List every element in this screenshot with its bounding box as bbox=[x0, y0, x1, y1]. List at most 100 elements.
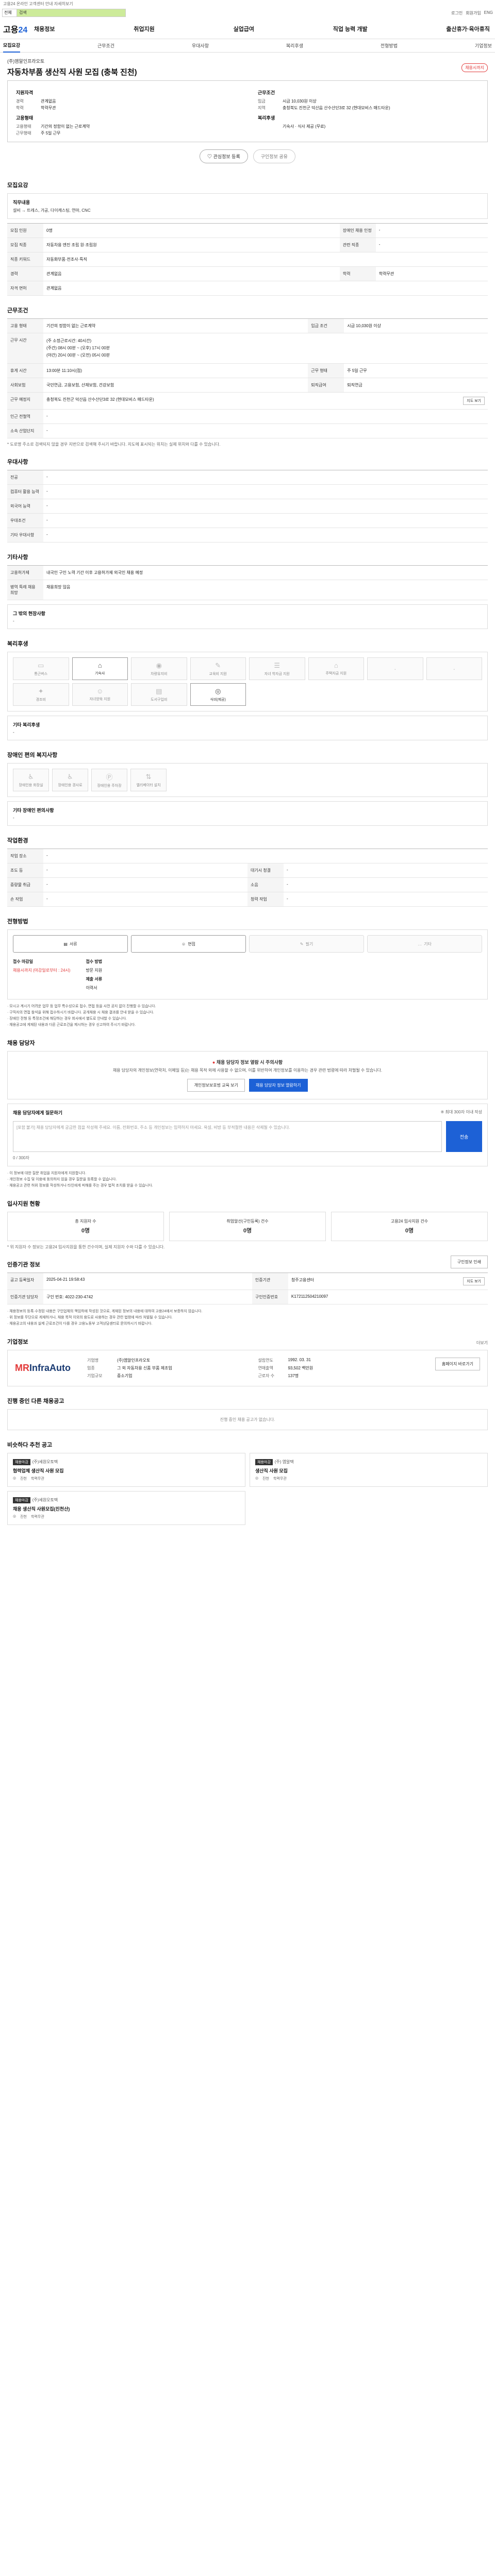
summary-key: 지역 bbox=[258, 106, 266, 110]
job-meta-edu: 학력무관 bbox=[31, 1515, 44, 1519]
gnb-item-leave[interactable]: 출산휴가·육아휴직 bbox=[446, 25, 490, 33]
lang-link[interactable]: ENG bbox=[484, 10, 493, 16]
table-key: 소음 bbox=[248, 877, 284, 892]
welfare-label: 주택자금 지원 bbox=[325, 672, 347, 675]
gnb-item-support[interactable]: 취업지원 bbox=[134, 25, 154, 33]
table-value: - bbox=[43, 499, 488, 514]
question-send-button[interactable]: 전송 bbox=[446, 1121, 482, 1152]
share-button[interactable]: 구인정보 공유 bbox=[253, 149, 295, 163]
homepage-button[interactable]: 홈페이지 바로가기 bbox=[435, 1358, 480, 1370]
tab-conditions[interactable]: 근무조건 bbox=[97, 39, 114, 52]
welfare-item-bus: ▭ 통근버스 bbox=[13, 657, 69, 680]
table-key: 임금 조건 bbox=[308, 318, 344, 333]
apply-card-number: 0명 bbox=[81, 1228, 90, 1234]
welfare-grid: ▭ 통근버스 ⌂ 기숙사 ◉ 차량유지비 ✎ 교육비 지원 ☰ 자녀 학자금 지원 ⌂ 주택… bbox=[13, 657, 482, 706]
view-manager-button[interactable]: 채용 담당자 정보 열람하기 bbox=[249, 1079, 308, 1092]
company-key: 연매출액 bbox=[258, 1366, 273, 1370]
section-title-method: 전형방법 bbox=[7, 919, 28, 925]
company-value: 1992. 03. 31 bbox=[288, 1358, 311, 1362]
company-logo-mr: MR bbox=[15, 1362, 29, 1373]
similar-card[interactable]: 채용마감 (주)세원오토텍 채용 생산직 사원모집(진천산) ◎ 진천 학력무관 bbox=[7, 1491, 245, 1525]
welfare-item-dormitory: ⌂ 기숙사 bbox=[72, 657, 128, 680]
login-link[interactable]: 로그인 bbox=[451, 10, 463, 16]
table-value: - bbox=[43, 513, 488, 528]
table-key: 인증기관 bbox=[252, 1273, 288, 1290]
bullet-line: · 채용공고 관련 허위 정보를 작성하거나 타인에게 피해를 주는 경우 법적… bbox=[7, 1184, 153, 1188]
table-key: 퇴직급여 bbox=[308, 378, 344, 393]
signup-link[interactable]: 회원가입 bbox=[466, 10, 481, 16]
interview-icon: ☺ bbox=[182, 941, 186, 946]
summary-row: 임금 시급 10,030원 이상 bbox=[258, 98, 479, 105]
global-nav: 고용24 채용정보 취업지원 실업급여 직업 능력 개발 출산휴가·육아휴직 bbox=[0, 19, 495, 39]
table-key: 중량물 취급 bbox=[7, 877, 43, 892]
agency-map-button[interactable]: 지도 보기 bbox=[463, 1277, 485, 1285]
welfare-label: 도서구입비 bbox=[151, 698, 168, 702]
disability-label: 엘리베이터 설치 bbox=[136, 783, 161, 787]
tab-method[interactable]: 전형방법 bbox=[381, 39, 398, 52]
company-key: 기업규모 bbox=[87, 1374, 103, 1378]
table-row: 모집 인원 0명 장애인 채용 인정 - bbox=[7, 223, 488, 238]
tab-recruit[interactable]: 모집요강 bbox=[3, 39, 21, 53]
welfare-label: 통근버스 bbox=[34, 672, 48, 676]
table-key: 휴게 시간 bbox=[7, 363, 43, 378]
search-scope[interactable]: 전체 bbox=[3, 9, 17, 16]
summary-value: 충청북도 진천군 덕산읍 산수산단3로 32 (현대모비스 매드타운) bbox=[283, 106, 390, 110]
search-box[interactable]: 전체 검색 bbox=[2, 9, 126, 17]
table-value: - bbox=[43, 423, 488, 438]
company-key: 업종 bbox=[87, 1366, 95, 1370]
table-key: 관련 직종 bbox=[339, 238, 376, 252]
documents-value: 이력서 bbox=[86, 986, 97, 990]
disability-other-head: 기타 장애인 편의사항 bbox=[13, 808, 54, 813]
apply-method-head: 접수 방법 bbox=[86, 959, 103, 964]
tab-company[interactable]: 기업정보 bbox=[475, 39, 492, 52]
gnb-item-jobs[interactable]: 채용정보 bbox=[34, 25, 55, 33]
similar-card[interactable]: 채용마감 (주) 엠알텍 생산직 사원 모집 ◎ 진천 학력무관 bbox=[250, 1453, 488, 1487]
question-head: 채용 담당자에게 질문하기 bbox=[13, 1110, 63, 1115]
conditions-note: * 도로명 주소로 검색되지 않을 경우 지번으로 검색해 주시기 바랍니다. … bbox=[7, 442, 221, 447]
manager-warn-title: ● 채용 담당자 정보 열람 시 주의사항 bbox=[15, 1059, 480, 1065]
table-value: 퇴직연금 bbox=[344, 378, 488, 393]
section-title-similar: 비슷하다 추천 공고 bbox=[7, 1442, 53, 1448]
apply-method-value: 방문 지원 bbox=[86, 968, 103, 973]
documents-head: 제출 서류 bbox=[86, 977, 103, 981]
question-textarea[interactable]: [포함 불가] 채용 담당자에게 궁금한 점을 작성해 주세요. 이름, 전화번… bbox=[13, 1121, 442, 1152]
job-desc-text: 설비 → 트레스, 가공, 다이캐스팅, 연마, CNC bbox=[13, 208, 91, 213]
summary-row: 경력 관계없음 bbox=[16, 98, 237, 105]
welfare-item-gift: ✦ 경조비 bbox=[13, 683, 69, 706]
welfare-label: 식비(제공) bbox=[210, 698, 226, 702]
section-title-preference: 우대사항 bbox=[7, 459, 28, 465]
table-value: - bbox=[43, 849, 488, 863]
map-button[interactable]: 지도 보기 bbox=[463, 397, 485, 405]
gnb-item-benefit[interactable]: 실업급여 bbox=[234, 25, 254, 33]
print-button[interactable]: 구인정보 인쇄 bbox=[450, 1256, 488, 1268]
summary-value: 주 5일 근무 bbox=[41, 131, 61, 135]
table-value: - bbox=[43, 863, 248, 878]
privacy-edu-button[interactable]: 개인정보보호법 교육 보기 bbox=[187, 1079, 245, 1092]
summary-left: 지원자격 경력 관계없음 학력 학력무관 고용형태 고용형태 기간의 정함이 없는 근… bbox=[16, 86, 237, 137]
welfare-item-book: ▤ 도서구입비 bbox=[131, 683, 187, 706]
apply-info-right: 접수 방법 방문 지원 제출 서류 이력서 bbox=[86, 959, 102, 994]
welfare-label: 경조비 bbox=[36, 698, 46, 702]
logo-main: 고용 bbox=[3, 25, 19, 35]
summary-value: 기간의 정함이 없는 근로계약 bbox=[41, 124, 90, 129]
gnb-item-training[interactable]: 직업 능력 개발 bbox=[333, 25, 368, 33]
scrap-button[interactable]: ♡ 관심정보 등록 bbox=[200, 149, 248, 163]
top-notice[interactable]: 고용24 온라인 고객센터 안내 자세히보기 bbox=[0, 0, 495, 7]
tab-welfare[interactable]: 복리후생 bbox=[286, 39, 303, 52]
summary-key: 고용형태 bbox=[16, 124, 31, 129]
table-row: 우대조건 - bbox=[7, 513, 488, 528]
site-logo[interactable]: 고용24 bbox=[3, 23, 34, 35]
company-head: 기업정보 더보기 bbox=[7, 1327, 488, 1350]
blank-icon: · bbox=[453, 665, 455, 673]
work-address: 충청북도 진천군 덕산읍 산수산단3로 32 (현대모비스 매드타운) bbox=[46, 397, 154, 402]
table-row: 소속 산업단지 - bbox=[7, 423, 488, 438]
search-input[interactable]: 검색 bbox=[17, 9, 125, 16]
tab-preference[interactable]: 우대사항 bbox=[192, 39, 209, 52]
similar-card[interactable]: 채용마감 (주)세원오토텍 협력업체 생산직 사원 모집 ◎ 진천 학력무관 bbox=[7, 1453, 245, 1487]
company-value: (주)엠알인프라오토 bbox=[117, 1358, 151, 1363]
section-title-recruit: 모집요강 bbox=[7, 182, 28, 189]
company-more-link[interactable]: 더보기 bbox=[476, 1340, 488, 1346]
company-key: 설립연도 bbox=[258, 1358, 273, 1363]
manager-warn-title-text: 채용 담당자 정보 열람 시 주의사항 bbox=[216, 1060, 283, 1065]
job-meta-edu: 학력무관 bbox=[31, 1477, 44, 1481]
